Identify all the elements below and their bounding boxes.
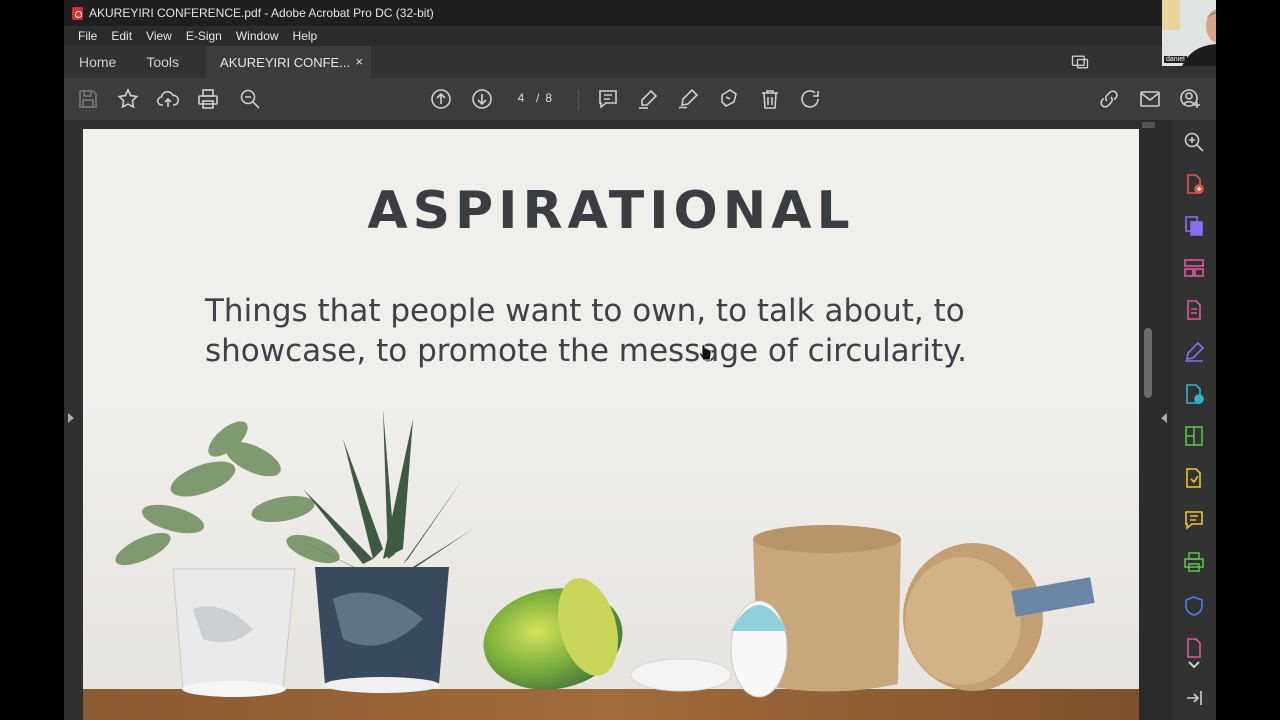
sign-icon[interactable]: [676, 87, 700, 111]
menu-edit[interactable]: Edit: [104, 29, 139, 43]
zoom-icon[interactable]: [1182, 130, 1206, 154]
page-navigator: 4 / 8: [512, 91, 552, 105]
upload-icon[interactable]: [156, 87, 180, 111]
rotate-icon[interactable]: [798, 87, 822, 111]
webcam-name-label: daniel: [1164, 56, 1187, 63]
tools-pane-edge: [1158, 120, 1172, 720]
close-tab-button[interactable]: ×: [355, 54, 363, 69]
scroll-up-button[interactable]: [1142, 122, 1155, 128]
hand-cursor-icon: [698, 344, 712, 361]
menu-window[interactable]: Window: [229, 29, 286, 43]
document-viewport[interactable]: ASPIRATIONAL Things that people want to …: [64, 120, 1158, 720]
toolbar: 4 / 8: [64, 78, 1216, 120]
left-pane-toggle-icon[interactable]: [68, 413, 74, 423]
comment-tool-icon[interactable]: [1182, 508, 1206, 532]
title-bar: AKUREYIRI CONFERENCE.pdf - Adobe Acrobat…: [64, 0, 1216, 26]
tools-pane: [1172, 120, 1216, 720]
menu-esign[interactable]: E-Sign: [179, 29, 229, 43]
share-link-icon[interactable]: [1097, 87, 1121, 111]
add-user-icon[interactable]: [1178, 87, 1202, 111]
print-production-icon[interactable]: [1182, 550, 1206, 574]
pdf-page: ASPIRATIONAL Things that people want to …: [83, 129, 1139, 720]
acrobat-window: AKUREYIRI CONFERENCE.pdf - Adobe Acrobat…: [64, 0, 1216, 720]
webcam-overlay: daniel: [1162, 0, 1216, 66]
tab-home[interactable]: Home: [64, 54, 131, 70]
menu-file[interactable]: File: [71, 29, 104, 43]
total-pages: 8: [545, 91, 553, 105]
protect-icon[interactable]: [1182, 594, 1206, 618]
document-tab-label: AKUREYIRI CONFE...: [220, 54, 351, 70]
create-pdf-icon[interactable]: [1182, 172, 1206, 196]
organize-pages-icon[interactable]: [1182, 256, 1206, 280]
save-icon[interactable]: [76, 87, 100, 111]
scroll-thumb[interactable]: [1144, 328, 1152, 398]
menu-help[interactable]: Help: [286, 29, 325, 43]
stamp-icon[interactable]: [717, 87, 741, 111]
print-icon[interactable]: [196, 87, 220, 111]
menu-view[interactable]: View: [139, 29, 179, 43]
fill-sign-icon[interactable]: [1182, 340, 1206, 364]
comment-icon[interactable]: [596, 87, 620, 111]
page-up-icon[interactable]: [429, 87, 453, 111]
email-icon[interactable]: [1138, 87, 1162, 111]
tab-bar: Home Tools AKUREYIRI CONFE... ×: [64, 46, 1216, 78]
edit-pdf-icon[interactable]: [1182, 298, 1206, 322]
zoom-out-icon[interactable]: [238, 87, 262, 111]
collapse-pane-icon[interactable]: [1182, 686, 1206, 710]
page-down-icon[interactable]: [470, 87, 494, 111]
window-title: AKUREYIRI CONFERENCE.pdf - Adobe Acrobat…: [89, 6, 434, 20]
combine-files-icon[interactable]: [1182, 382, 1206, 406]
chevron-down-icon[interactable]: [1182, 652, 1206, 676]
tab-document[interactable]: AKUREYIRI CONFE... ×: [206, 46, 372, 78]
highlight-icon[interactable]: [636, 87, 660, 111]
current-page-field[interactable]: 4: [512, 91, 530, 105]
screen-share-icon[interactable]: [1070, 52, 1090, 72]
scan-icon[interactable]: [1182, 424, 1206, 448]
toolbar-divider: [578, 90, 579, 110]
page-separator: /: [536, 91, 540, 105]
export-pdf-icon[interactable]: [1182, 214, 1206, 238]
page-body-text: Things that people want to own, to talk …: [205, 293, 967, 369]
tools-pane-toggle-icon[interactable]: [1161, 413, 1167, 423]
star-icon[interactable]: [116, 87, 140, 111]
pdf-file-icon: [72, 6, 83, 20]
page-heading: ASPIRATIONAL: [367, 181, 855, 241]
plants-photo: [83, 399, 1139, 720]
send-review-icon[interactable]: [1182, 466, 1206, 490]
tab-tools[interactable]: Tools: [131, 54, 194, 70]
menu-bar: File Edit View E-Sign Window Help: [64, 26, 1216, 46]
vertical-scrollbar[interactable]: [1139, 120, 1158, 720]
delete-icon[interactable]: [758, 87, 782, 111]
